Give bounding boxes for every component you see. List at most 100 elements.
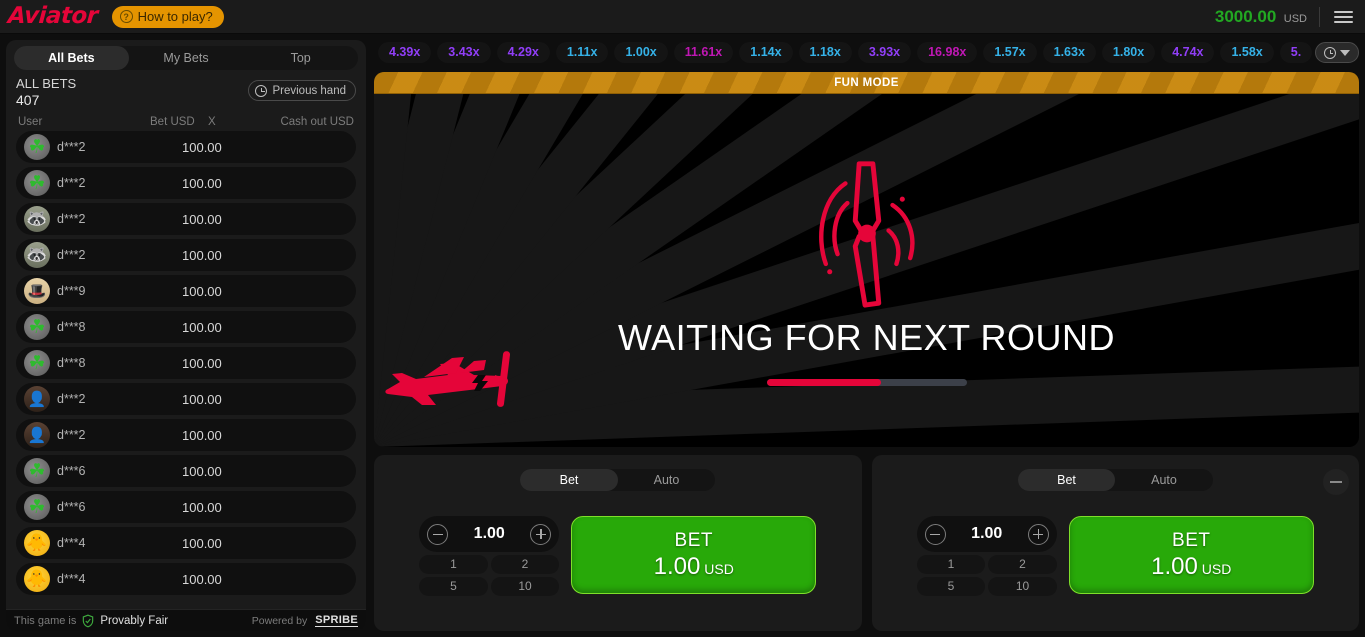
- quick-amount-button[interactable]: 2: [490, 555, 560, 574]
- tab-all-bets[interactable]: All Bets: [14, 46, 129, 70]
- waiting-status-text: WAITING FOR NEXT ROUND: [618, 316, 1115, 358]
- table-row[interactable]: d***9 100.00: [16, 275, 356, 307]
- multiplier-pill[interactable]: 5.: [1279, 41, 1313, 63]
- multiplier-pill[interactable]: 3.93x: [857, 41, 912, 63]
- aviator-logo: Aviator: [7, 3, 99, 29]
- multiplier-pill[interactable]: 11.61x: [673, 41, 734, 63]
- bets-column-header: User Bet USD X Cash out USD: [6, 113, 366, 131]
- minus-circle-icon[interactable]: [924, 523, 946, 545]
- place-bet-button[interactable]: BET 1.00 USD: [571, 516, 817, 594]
- history-toggle-button[interactable]: [1315, 42, 1359, 63]
- mode-tab-auto[interactable]: Auto: [1115, 469, 1213, 491]
- bet-amount: 100.00: [182, 175, 222, 191]
- person-avatar: [24, 422, 50, 448]
- table-row[interactable]: d***2 100.00: [16, 239, 356, 271]
- previous-hand-button[interactable]: Previous hand: [248, 80, 356, 101]
- quick-amount-button[interactable]: 5: [916, 577, 986, 596]
- column-x: X: [208, 116, 216, 128]
- multiplier-pill[interactable]: 16.98x: [917, 41, 978, 63]
- clover-avatar: [24, 170, 50, 196]
- bet-user-name: d***8: [57, 320, 86, 334]
- raccoon-avatar: [24, 206, 50, 232]
- mode-tab-auto[interactable]: Auto: [618, 469, 716, 491]
- multiplier-pill[interactable]: 1.18x: [798, 41, 852, 63]
- history-clock-icon: [1324, 46, 1336, 59]
- table-row[interactable]: d***2 100.00: [16, 203, 356, 235]
- multiplier-pill[interactable]: 1.80x: [1101, 41, 1156, 63]
- bet-user-name: d***2: [57, 140, 86, 154]
- table-row[interactable]: d***4 100.00: [16, 527, 356, 559]
- plus-circle-icon[interactable]: [1027, 523, 1049, 545]
- multiplier-pill[interactable]: 4.29x: [496, 41, 550, 63]
- multiplier-pill[interactable]: 4.39x: [378, 41, 432, 63]
- bet-amount: 100.00: [182, 283, 222, 299]
- place-bet-button[interactable]: BET 1.00 USD: [1068, 516, 1314, 594]
- bet-amount: 100.00: [182, 319, 222, 335]
- minus-circle-icon[interactable]: [427, 523, 449, 545]
- column-user: User: [18, 116, 43, 128]
- quick-amount-grid: 1 2 5 10: [916, 555, 1057, 596]
- top-bar: Aviator ? How to play? 3000.00 USD: [0, 0, 1365, 34]
- table-row[interactable]: d***2 100.00: [16, 383, 356, 415]
- duck-avatar: [24, 566, 50, 592]
- quick-amount-button[interactable]: 10: [988, 577, 1057, 596]
- table-row[interactable]: d***2 100.00: [16, 419, 356, 451]
- tab-my-bets[interactable]: My Bets: [129, 46, 244, 70]
- multiplier-pill[interactable]: 1.57x: [983, 41, 1037, 63]
- duck-avatar: [24, 530, 50, 556]
- multiplier-pill[interactable]: 1.63x: [1042, 41, 1096, 63]
- how-to-play-label: How to play?: [137, 9, 213, 24]
- plus-circle-icon[interactable]: [530, 523, 552, 545]
- table-row[interactable]: d***6 100.00: [16, 491, 356, 523]
- bet-amount: 100.00: [182, 427, 222, 443]
- bet-panel: Bet Auto 1.00 1 2 5 10 BET 1.00 USD: [871, 455, 1359, 631]
- stake-value[interactable]: 1.00: [474, 525, 505, 543]
- quick-amount-button[interactable]: 1: [916, 555, 986, 574]
- provably-fair-label[interactable]: Provably Fair: [100, 615, 168, 627]
- stake-value[interactable]: 1.00: [971, 525, 1002, 543]
- how-to-play-button[interactable]: ? How to play?: [111, 5, 224, 28]
- multiplier-pill[interactable]: 1.11x: [555, 41, 609, 63]
- table-row[interactable]: d***8 100.00: [16, 311, 356, 343]
- round-progress-fill: [766, 378, 881, 386]
- bet-button-amount: 1.00: [1151, 552, 1198, 580]
- question-mark-circle-icon: ?: [119, 10, 133, 23]
- bet-button-label: BET: [674, 529, 713, 551]
- clover-avatar: [24, 494, 50, 520]
- quick-amount-button[interactable]: 5: [419, 577, 488, 596]
- mode-tab-bet[interactable]: Bet: [520, 469, 618, 491]
- clover-avatar: [24, 458, 50, 484]
- round-progress-bar: [766, 378, 967, 386]
- multiplier-pill[interactable]: 4.74x: [1161, 41, 1215, 63]
- propeller-icon: [818, 160, 915, 308]
- multiplier-pill[interactable]: 1.58x: [1220, 41, 1274, 63]
- table-row[interactable]: d***2 100.00: [16, 167, 356, 199]
- chevron-down-icon: [1340, 49, 1350, 56]
- table-row[interactable]: d***2 100.00: [16, 131, 356, 163]
- multiplier-pill[interactable]: 3.43x: [437, 41, 491, 63]
- table-row[interactable]: d***4 100.00: [16, 563, 356, 595]
- quantity-stepper: 1.00: [916, 516, 1057, 552]
- balance-area: 3000.00 USD: [1215, 6, 1355, 27]
- powered-by-label: Powered by: [251, 614, 308, 627]
- bets-list[interactable]: d***2 100.00 d***2 100.00 d***2 100.00 d***2 10…: [6, 131, 366, 631]
- bet-amount: 100.00: [182, 463, 222, 479]
- quick-amount-button[interactable]: 1: [419, 555, 488, 574]
- table-row[interactable]: d***6 100.00: [16, 455, 356, 487]
- bet-controls: 1.00 1 2 5 10 BET 1.00 USD: [916, 516, 1314, 596]
- quick-amount-button[interactable]: 10: [490, 577, 560, 596]
- bet-amount: 100.00: [182, 211, 222, 227]
- table-row[interactable]: d***8 100.00: [16, 347, 356, 379]
- multiplier-history-strip: 4.39x 3.43x 4.29x 1.11x 1.00x 11.61x 1.14x 1.18…: [374, 40, 1359, 64]
- provably-fair-bar: This game is Provably Fair Powered by SP…: [6, 609, 366, 631]
- tab-top[interactable]: Top: [243, 46, 358, 70]
- quick-amount-button[interactable]: 2: [988, 555, 1057, 574]
- stake-stepper-group: 1.00 1 2 5 10: [419, 516, 560, 596]
- mode-tab-bet[interactable]: Bet: [1017, 469, 1116, 491]
- remove-panel-button[interactable]: [1323, 469, 1349, 495]
- multiplier-pill[interactable]: 1.14x: [739, 41, 793, 63]
- bet-user-name: d***8: [57, 356, 86, 370]
- spribe-logo[interactable]: SPRIBE: [315, 614, 358, 627]
- hamburger-menu-icon[interactable]: [1332, 9, 1355, 25]
- multiplier-pill[interactable]: 1.00x: [614, 41, 668, 63]
